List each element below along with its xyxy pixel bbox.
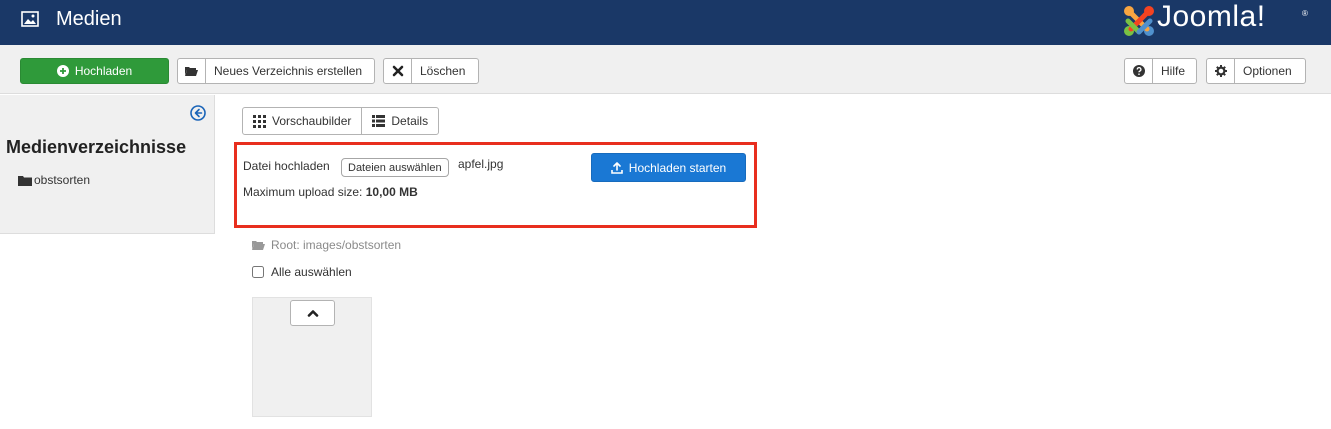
close-icon — [384, 59, 412, 83]
choose-files-button[interactable]: Dateien auswählen — [341, 158, 449, 177]
brand-registered-mark: ® — [1302, 9, 1308, 18]
gear-icon — [1207, 59, 1235, 83]
options-button[interactable]: Optionen — [1206, 58, 1306, 84]
header-bar: Medien Joomla! ® — [0, 0, 1331, 45]
upload-button-label: Hochladen — [74, 64, 133, 78]
question-circle-icon — [1125, 59, 1153, 83]
image-icon — [21, 11, 39, 27]
select-all-checkbox[interactable] — [252, 266, 264, 278]
breadcrumb: Root: images/obstsorten — [252, 238, 401, 252]
sidebar-item-label: obstsorten — [34, 173, 91, 187]
thumbnails-view-button[interactable]: Vorschaubilder — [243, 108, 361, 134]
new-folder-button-label: Neues Verzeichnis erstellen — [214, 64, 363, 78]
folder-open-icon — [178, 59, 206, 83]
chevron-up-icon — [307, 310, 318, 317]
max-upload-size: Maximum upload size: 10,00 MB — [243, 185, 418, 199]
root-path-label: Root: images/obstsorten — [271, 238, 402, 252]
brand-name: Joomla! — [1157, 0, 1266, 33]
toolbar: Hochladen Neues Verzeichnis erstellen Lö… — [0, 45, 1331, 94]
folder-open-icon — [252, 241, 265, 250]
max-size-value: 10,00 MB — [365, 185, 418, 199]
details-view-button[interactable]: Details — [361, 108, 438, 134]
max-size-label: Maximum upload size: — [243, 185, 363, 199]
upload-button[interactable]: Hochladen — [20, 58, 169, 84]
help-button-label: Hilfe — [1161, 64, 1186, 78]
select-all-label: Alle auswählen — [271, 265, 352, 279]
arrow-left-circle-icon[interactable] — [190, 105, 206, 121]
folder-icon — [18, 175, 32, 186]
start-upload-button[interactable]: Hochladen starten — [591, 153, 746, 182]
grid-icon — [253, 114, 266, 128]
folder-up-button[interactable] — [290, 300, 335, 326]
upload-label: Datei hochladen — [243, 159, 330, 173]
sidebar-item-obstsorten[interactable]: obstsorten — [18, 173, 90, 187]
help-button[interactable]: Hilfe — [1124, 58, 1197, 84]
select-all[interactable]: Alle auswählen — [252, 265, 352, 279]
new-folder-button[interactable]: Neues Verzeichnis erstellen — [177, 58, 375, 84]
options-button-label: Optionen — [1243, 64, 1292, 78]
sidebar-heading: Medienverzeichnisse — [6, 137, 187, 157]
page-title: Medien — [56, 8, 122, 30]
list-icon — [372, 115, 386, 127]
selected-file-name: apfel.jpg — [458, 157, 504, 171]
delete-button-label: Löschen — [420, 64, 466, 78]
sidebar: Medienverzeichnisse obstsorten — [0, 95, 215, 234]
upload-icon — [610, 161, 623, 174]
start-upload-label: Hochladen starten — [628, 160, 727, 175]
plus-circle-icon — [56, 59, 69, 83]
delete-button[interactable]: Löschen — [383, 58, 479, 84]
view-toggle: Vorschaubilder Details — [242, 107, 440, 135]
details-view-label: Details — [391, 114, 429, 128]
upload-panel: Datei hochladen Dateien auswählen apfel.… — [234, 142, 757, 228]
folder-up-tile[interactable] — [252, 297, 372, 417]
thumbnails-view-label: Vorschaubilder — [272, 114, 352, 128]
